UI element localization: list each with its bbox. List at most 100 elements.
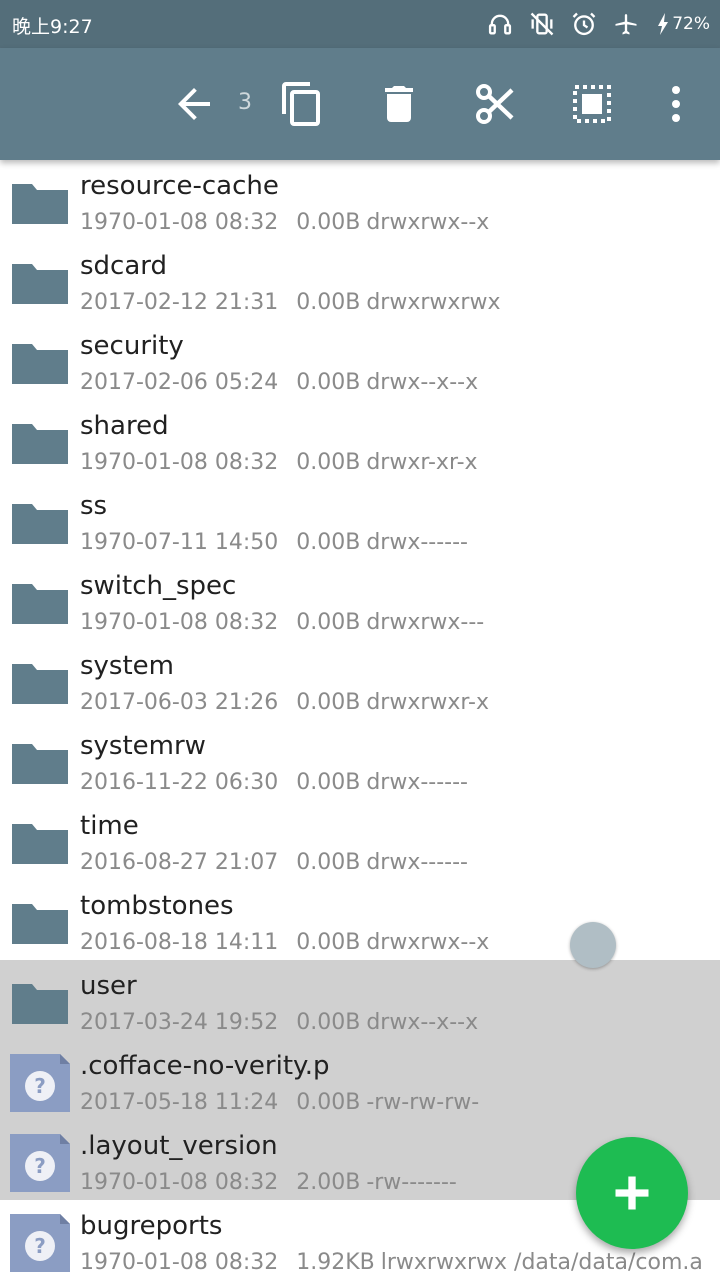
copy-icon	[282, 82, 320, 126]
unknown-file-icon: ?	[10, 1214, 70, 1272]
file-name: shared	[80, 411, 169, 441]
file-meta: 1970-01-08 08:32 2.00B -rw-------	[80, 1170, 475, 1195]
folder-icon	[10, 412, 70, 472]
file-name: switch_spec	[80, 571, 237, 601]
list-item[interactable]: time 2016-08-27 21:07 0.00B drwx------	[0, 800, 720, 880]
file-date: 2016-11-22 06:30	[80, 770, 279, 795]
file-meta: 2017-05-18 11:24 0.00B -rw-rw-rw-	[80, 1090, 497, 1115]
folder-icon	[12, 184, 68, 224]
folder-icon	[10, 492, 70, 552]
file-size: 0.00B	[296, 1010, 361, 1035]
file-meta: 1970-07-11 14:50 0.00B drwx------	[80, 530, 486, 555]
file-name: user	[80, 971, 137, 1001]
file-permissions: drwxrwx--x	[366, 930, 490, 955]
file-meta: 2016-11-22 06:30 0.00B drwx------	[80, 770, 486, 795]
battery-percent: 72%	[672, 14, 710, 34]
delete-icon	[385, 86, 413, 122]
folder-icon	[12, 504, 68, 544]
status-bar: 晚上9:27 72%	[0, 0, 720, 48]
airplane-icon	[615, 14, 637, 35]
list-item[interactable]: switch_spec 1970-01-08 08:32 0.00B drwxrwx…	[0, 560, 720, 640]
file-permissions: -rw-------	[366, 1170, 457, 1195]
file-date: 2017-05-18 11:24	[80, 1090, 279, 1115]
fast-scroll-thumb[interactable]	[570, 922, 616, 968]
list-item[interactable]: security 2017-02-06 05:24 0.00B drwx--x--x	[0, 320, 720, 400]
file-date: 1970-01-08 08:32	[80, 1250, 279, 1275]
list-item[interactable]: resource-cache 1970-01-08 08:32 0.00B drwx…	[0, 160, 720, 240]
delete-button[interactable]	[371, 76, 427, 132]
back-button[interactable]	[166, 76, 222, 132]
file-permissions: drwxrwx---	[366, 610, 485, 635]
file-meta: 1970-01-08 08:32 0.00B drwxr-xr-x	[80, 450, 496, 475]
cut-button[interactable]	[468, 76, 524, 132]
file-size: 0.00B	[296, 930, 361, 955]
action-toolbar: 3	[0, 48, 720, 160]
back-icon	[178, 88, 210, 120]
folder-icon	[10, 252, 70, 312]
list-item[interactable]: ? .cofface-no-verity.p 2017-05-18 11:24 0…	[0, 1040, 720, 1120]
file-date: 1970-01-08 08:32	[80, 210, 279, 235]
folder-icon	[12, 664, 68, 704]
file-name: system	[80, 651, 174, 681]
file-size: 0.00B	[296, 690, 361, 715]
selection-count: 3	[238, 90, 252, 115]
file-name: bugreports	[80, 1211, 223, 1241]
file-name: systemrw	[80, 731, 206, 761]
cut-icon	[476, 84, 514, 124]
file-permissions: drwxr-xr-x	[366, 450, 478, 475]
svg-text:?: ?	[34, 1234, 46, 1258]
folder-icon	[10, 172, 70, 232]
add-fab-button[interactable]	[576, 1137, 688, 1249]
folder-icon	[10, 812, 70, 872]
list-item[interactable]: system 2017-06-03 21:26 0.00B drwxrwxr-x	[0, 640, 720, 720]
file-meta: 1970-01-08 08:32 0.00B drwxrwx--x	[80, 210, 507, 235]
plus-icon	[615, 1176, 649, 1210]
folder-icon	[12, 744, 68, 784]
file-name: .layout_version	[80, 1131, 278, 1161]
file-list: 2017-06-03 21:26 0.00B drwx resource-cac…	[0, 160, 720, 1280]
file-meta: 2017-02-06 05:24 0.00B drwx--x--x	[80, 370, 496, 395]
file-meta: 1970-01-08 08:32 0.00B drwxrwx---	[80, 610, 502, 635]
select-all-button[interactable]	[564, 76, 620, 132]
file-size: 0.00B	[296, 530, 361, 555]
file-name: time	[80, 811, 139, 841]
file-size: 0.00B	[296, 370, 361, 395]
file-permissions: -rw-rw-rw-	[366, 1090, 480, 1115]
more-icon	[672, 86, 680, 122]
file-name: ss	[80, 491, 108, 521]
unknown-file-icon: ?	[10, 1054, 70, 1112]
folder-icon	[12, 424, 68, 464]
list-item[interactable]: user 2017-03-24 19:52 0.00B drwx--x--x	[0, 960, 720, 1040]
file-size: 0.00B	[296, 450, 361, 475]
file-date: 1970-07-11 14:50	[80, 530, 279, 555]
select-all-icon	[573, 85, 611, 123]
charging-icon	[658, 13, 669, 35]
file-permissions: drwx--x--x	[366, 1010, 479, 1035]
file-date: 1970-01-08 08:32	[80, 1170, 279, 1195]
file-permissions: drwx------	[366, 850, 468, 875]
folder-icon	[12, 984, 68, 1024]
folder-icon	[10, 892, 70, 952]
list-item[interactable]: systemrw 2016-11-22 06:30 0.00B drwx------	[0, 720, 720, 800]
folder-icon	[10, 332, 70, 392]
battery-indicator: 72%	[654, 12, 710, 36]
file-size: 1.92KB	[296, 1250, 375, 1275]
file-date: 2017-06-03 21:26	[80, 690, 279, 715]
list-item[interactable]: ss 1970-07-11 14:50 0.00B drwx------	[0, 480, 720, 560]
file-size: 0.00B	[296, 290, 361, 315]
file-meta: 2016-08-27 21:07 0.00B drwx------	[80, 850, 486, 875]
list-item[interactable]: shared 1970-01-08 08:32 0.00B drwxr-xr-x	[0, 400, 720, 480]
file-size: 0.00B	[296, 210, 361, 235]
file-meta: 2017-03-24 19:52 0.00B drwx--x--x	[80, 1010, 496, 1035]
list-item[interactable]: sdcard 2017-02-12 21:31 0.00B drwxrwxrwx	[0, 240, 720, 320]
file-name: tombstones	[80, 891, 234, 921]
folder-icon	[12, 584, 68, 624]
file-date: 2017-03-24 19:52	[80, 1010, 279, 1035]
file-permissions: drwx------	[366, 530, 468, 555]
more-options-button[interactable]	[648, 76, 704, 132]
folder-icon	[12, 344, 68, 384]
status-time: 晚上9:27	[12, 16, 93, 38]
file-size: 0.00B	[296, 1090, 361, 1115]
folder-icon	[10, 572, 70, 632]
copy-button[interactable]	[274, 76, 330, 132]
